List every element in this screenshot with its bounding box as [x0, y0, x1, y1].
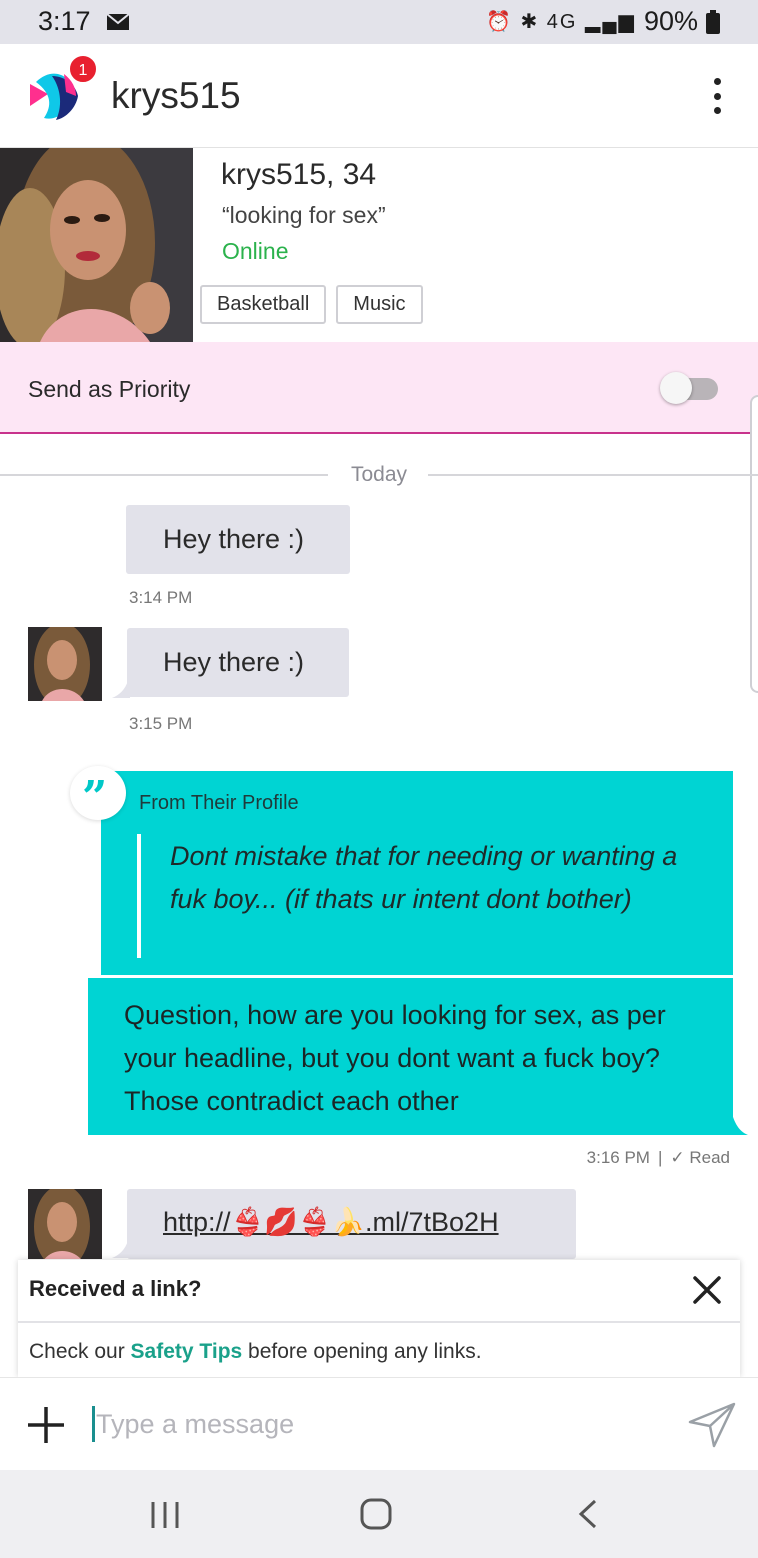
quote-text: Dont mistake that for needing or wanting…: [170, 841, 678, 914]
notice-header: Received a link?: [18, 1260, 740, 1323]
notice-body: Check our Safety Tips before opening any…: [29, 1340, 482, 1364]
message-meta: 3:16 PM | ✓ Read: [587, 1148, 730, 1168]
notice-title: Received a link?: [29, 1276, 202, 1301]
quote-bar: [137, 834, 141, 958]
svg-text:”: ”: [82, 772, 107, 820]
status-bar: 3:17 ⏰ ✱ 4G ▂▄▆ 90%: [0, 0, 758, 44]
more-vert-icon[interactable]: [706, 78, 728, 114]
notice-text: Check our: [29, 1340, 131, 1363]
priority-label: Send as Priority: [28, 376, 191, 402]
profile-photo[interactable]: [0, 148, 193, 342]
status-right: ⏰ ✱ 4G ▂▄▆ 90%: [486, 6, 720, 37]
profile-name-age: krys515, 34: [221, 158, 377, 191]
message-text: Hey there :): [163, 647, 305, 677]
meta-separator: |: [657, 1148, 663, 1167]
status-indicators: ⏰ ✱ 4G ▂▄▆: [486, 11, 636, 33]
message-bubble-incoming[interactable]: Hey there :): [127, 628, 349, 697]
system-nav-bar: [0, 1470, 758, 1558]
message-time: 3:14 PM: [129, 588, 193, 607]
recents-icon[interactable]: [150, 1500, 180, 1530]
message-time: 3:15 PM: [129, 714, 193, 733]
notice-text: before opening any links.: [242, 1340, 482, 1363]
quote-icon: ”: [70, 766, 126, 823]
status-time: 3:17: [38, 6, 91, 36]
profile-headline: “looking for sex”: [222, 202, 386, 228]
safety-tips-link[interactable]: Safety Tips: [131, 1340, 243, 1363]
read-receipt: ✓ Read: [670, 1148, 730, 1167]
tag-basketball[interactable]: Basketball: [200, 285, 327, 324]
close-icon[interactable]: [692, 1275, 722, 1305]
profile-card[interactable]: krys515, 34 “looking for sex” Online Bas…: [0, 148, 758, 342]
priority-bar: Send as Priority: [0, 342, 758, 434]
battery-icon: [706, 9, 720, 34]
text-cursor: [92, 1406, 95, 1442]
message-bubble-incoming[interactable]: Hey there :): [126, 505, 350, 574]
home-icon[interactable]: [360, 1498, 392, 1530]
interest-tags: Basketball Music: [200, 285, 423, 324]
message-time: 3:16 PM: [586, 1148, 650, 1167]
back-icon[interactable]: [575, 1498, 601, 1530]
header-title: krys515: [111, 75, 241, 116]
sender-avatar[interactable]: [28, 627, 102, 701]
online-status: Online: [222, 238, 289, 264]
date-divider: Today: [0, 460, 758, 490]
message-link[interactable]: http://👙💋👙🍌.ml/7tBo2H: [163, 1206, 499, 1238]
quote-title: From Their Profile: [139, 792, 299, 814]
priority-toggle[interactable]: [660, 372, 718, 404]
mail-icon: [106, 13, 130, 30]
tag-music[interactable]: Music: [336, 285, 423, 324]
app-header: 1 krys515: [0, 44, 758, 148]
divider-line-right: [428, 474, 758, 476]
toggle-knob: [660, 372, 692, 404]
send-icon[interactable]: [688, 1402, 736, 1448]
message-input[interactable]: [96, 1404, 656, 1444]
divider-line-left: [0, 474, 328, 476]
notification-badge: 1: [68, 54, 98, 84]
sender-avatar[interactable]: [28, 1189, 102, 1259]
plus-icon[interactable]: [26, 1405, 66, 1445]
bubble-tail: [730, 1105, 748, 1135]
message-text: Question, how are you looking for sex, a…: [124, 1000, 666, 1116]
link-safety-notice: Received a link? Check our Safety Tips b…: [18, 1260, 740, 1377]
message-text: Hey there :): [163, 524, 305, 554]
message-composer: [0, 1377, 758, 1470]
scrollbar-thumb[interactable]: [750, 395, 758, 693]
date-label: Today: [350, 463, 408, 486]
battery-level: 90%: [643, 6, 698, 36]
